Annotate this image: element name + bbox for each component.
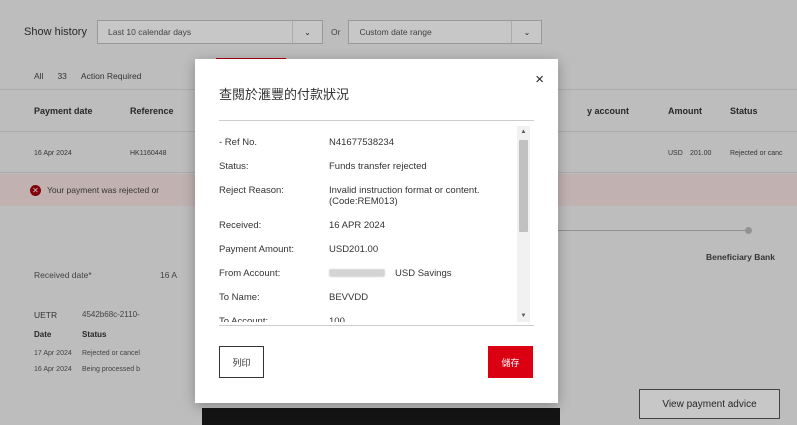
detail-value: 100	[329, 316, 345, 322]
scroll-down-arrow-icon[interactable]: ▼	[517, 310, 530, 322]
close-icon[interactable]: ×	[535, 72, 544, 88]
detail-label: From Account:	[219, 268, 281, 279]
detail-row-from-account: From Account: USD Savings	[219, 268, 530, 279]
detail-row-to-name: To Name: BEVVDD	[219, 292, 530, 303]
details-scrollbar[interactable]: ▲ ▼	[517, 126, 530, 322]
detail-label: To Account:	[219, 316, 269, 322]
detail-value: USD201.00	[329, 244, 379, 255]
detail-row-payment-amount: Payment Amount: USD201.00	[219, 244, 530, 255]
detail-value: Funds transfer rejected	[329, 161, 427, 172]
divider	[219, 325, 534, 326]
scrollbar-thumb[interactable]	[519, 140, 528, 232]
dialog-title: 查閱於滙豐的付款狀況	[219, 87, 350, 102]
detail-label: Payment Amount:	[219, 244, 294, 255]
detail-value: BEVVDD	[329, 292, 369, 303]
detail-label: Received:	[219, 220, 262, 231]
detail-value: Invalid instruction format or content. (…	[329, 185, 480, 207]
detail-label: - Ref No.	[219, 137, 258, 148]
scroll-up-arrow-icon[interactable]: ▲	[517, 126, 530, 138]
account-type: USD Savings	[395, 268, 452, 279]
payment-details-list: - Ref No. N41677538234 Status: Funds tra…	[219, 126, 530, 322]
detail-row-to-account: To Account: 100	[219, 316, 530, 322]
detail-value: N41677538234	[329, 137, 394, 148]
detail-label: Reject Reason:	[219, 185, 284, 196]
detail-value-from-account: USD Savings	[329, 268, 530, 279]
print-button[interactable]: 列印	[219, 346, 264, 378]
payment-status-dialog: 查閱於滙豐的付款狀況 × - Ref No. N41677538234 Stat…	[195, 59, 558, 403]
detail-row-received: Received: 16 APR 2024	[219, 220, 530, 231]
detail-row-status: Status: Funds transfer rejected	[219, 161, 530, 172]
detail-row-ref-no: - Ref No. N41677538234	[219, 137, 530, 148]
detail-row-reject-reason: Reject Reason: Invalid instruction forma…	[219, 185, 530, 207]
detail-label: Status:	[219, 161, 249, 172]
detail-label: To Name:	[219, 292, 260, 303]
save-button[interactable]: 儲存	[488, 346, 533, 378]
divider	[219, 120, 534, 121]
masked-account-number	[329, 269, 385, 278]
detail-value: 16 APR 2024	[329, 220, 385, 231]
